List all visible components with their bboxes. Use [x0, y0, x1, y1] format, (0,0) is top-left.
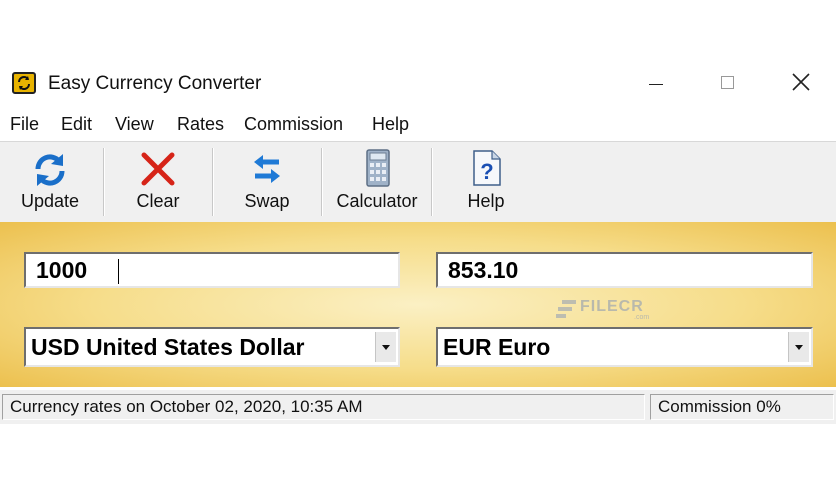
- amount-value: 1000: [36, 257, 88, 283]
- text-caret: [118, 259, 119, 284]
- close-icon: [792, 73, 810, 91]
- clear-x-icon: [141, 152, 175, 186]
- calculator-icon: [366, 149, 390, 187]
- converter-panel: 1000 853.10 USD United States Dollar EUR…: [0, 222, 836, 387]
- rates-status: Currency rates on October 02, 2020, 10:3…: [2, 394, 645, 420]
- toolbar-separator: [103, 148, 104, 216]
- watermark-logo-icon: [562, 300, 576, 304]
- watermark-suffix: .com: [634, 314, 650, 321]
- toolbar-separator: [321, 148, 322, 216]
- result-output[interactable]: 853.10: [436, 252, 813, 288]
- help-label: Help: [467, 191, 505, 211]
- clear-label: Clear: [136, 191, 180, 211]
- calculator-label: Calculator: [336, 191, 418, 211]
- title-bar: Easy Currency Converter: [0, 61, 836, 107]
- chevron-down-icon[interactable]: [788, 332, 809, 362]
- toolbar: Update Clear Swap Calculator ? Help: [0, 141, 836, 222]
- to-currency-select[interactable]: EUR Euro: [436, 327, 813, 367]
- update-label: Update: [20, 191, 80, 211]
- menu-view[interactable]: View: [115, 114, 154, 135]
- commission-status: Commission 0%: [650, 394, 834, 420]
- menu-rates[interactable]: Rates: [177, 114, 224, 135]
- update-button[interactable]: Update: [4, 142, 96, 220]
- from-currency-value: USD United States Dollar: [31, 334, 305, 360]
- calculator-button[interactable]: Calculator: [330, 142, 424, 220]
- maximize-icon: [721, 76, 734, 89]
- app-convert-icon: [12, 72, 36, 94]
- toolbar-separator: [212, 148, 213, 216]
- window-title: Easy Currency Converter: [48, 73, 262, 94]
- watermark: FILECR .com: [556, 294, 666, 324]
- from-currency-select[interactable]: USD United States Dollar: [24, 327, 400, 367]
- menu-file[interactable]: File: [10, 114, 39, 135]
- to-currency-value: EUR Euro: [443, 334, 551, 360]
- swap-label: Swap: [244, 191, 290, 211]
- toolbar-separator: [431, 148, 432, 216]
- refresh-icon: [35, 154, 65, 186]
- minimize-button[interactable]: [620, 61, 692, 107]
- menu-help[interactable]: Help: [372, 114, 409, 135]
- app-window: Easy Currency Converter File Edit View R…: [0, 61, 836, 424]
- help-button[interactable]: ? Help: [440, 142, 532, 220]
- svg-text:?: ?: [480, 159, 493, 184]
- clear-button[interactable]: Clear: [112, 142, 204, 220]
- chevron-down-icon[interactable]: [375, 332, 396, 362]
- minimize-icon: [649, 84, 663, 85]
- status-bar: Currency rates on October 02, 2020, 10:3…: [0, 390, 836, 424]
- result-value: 853.10: [448, 257, 519, 283]
- amount-input[interactable]: 1000: [24, 252, 400, 288]
- menu-bar: File Edit View Rates Commission Help: [0, 107, 836, 139]
- swap-arrows-icon: [254, 155, 280, 183]
- menu-edit[interactable]: Edit: [61, 114, 92, 135]
- help-question-icon: ?: [473, 150, 501, 186]
- menu-commission[interactable]: Commission: [244, 114, 343, 135]
- swap-button[interactable]: Swap: [221, 142, 313, 220]
- maximize-button[interactable]: [692, 61, 764, 107]
- close-button[interactable]: [764, 61, 836, 107]
